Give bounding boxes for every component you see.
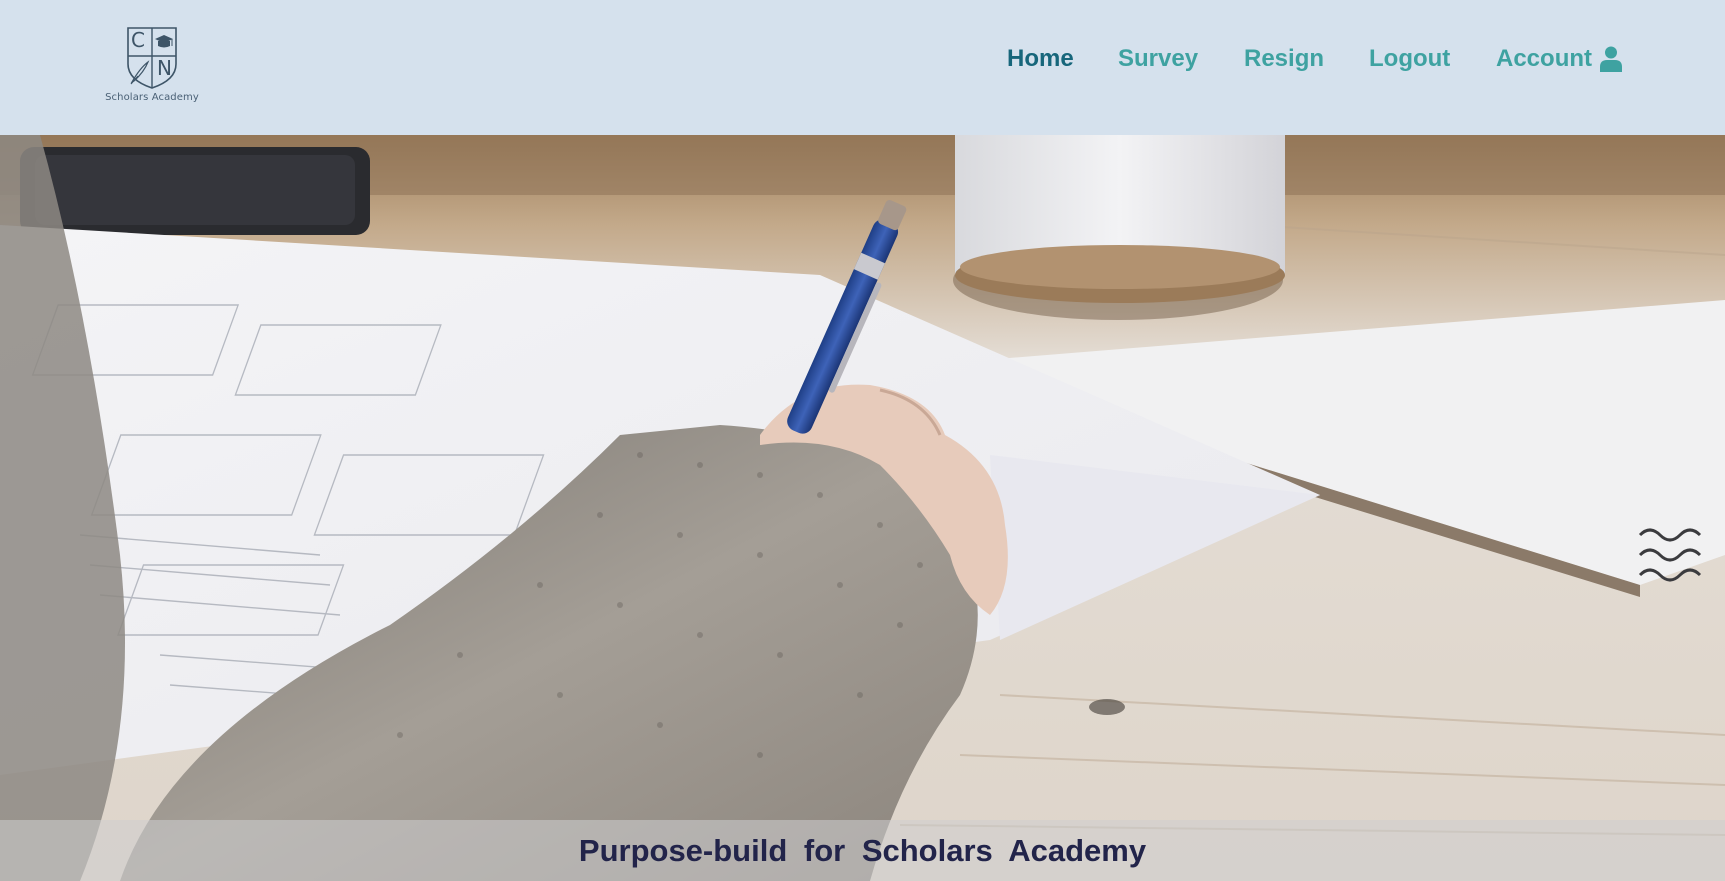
hero-caption: Purpose-build for Scholars Academy: [578, 833, 1147, 868]
nav-resign[interactable]: Resign: [1244, 44, 1324, 74]
nav-account[interactable]: Account: [1496, 44, 1592, 74]
hero-caption-bar: Purpose-build for Scholars Academy: [0, 820, 1725, 881]
site-header: C N Scholars Academy Home Survey Resign …: [0, 0, 1725, 135]
hero-banner: Purpose-build for Scholars Academy: [0, 135, 1725, 881]
user-icon[interactable]: [1600, 46, 1622, 72]
nav-survey[interactable]: Survey: [1118, 44, 1198, 74]
main-nav: Home Survey Resign Logout Account: [0, 44, 1725, 74]
nav-logout[interactable]: Logout: [1369, 44, 1450, 74]
logo-text: Scholars Academy: [105, 92, 199, 103]
hero-photo: [0, 135, 1725, 881]
nav-home[interactable]: Home: [1007, 44, 1074, 74]
